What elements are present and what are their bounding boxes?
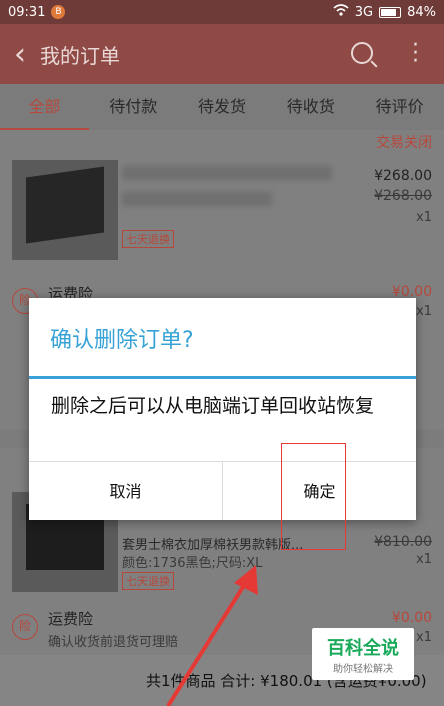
annotation-arrow-icon	[166, 565, 258, 706]
product-quantity: x1	[416, 552, 432, 567]
insurance-quantity: x1	[416, 304, 432, 319]
insurance-quantity: x1	[416, 630, 432, 645]
insurance-title: 运费险	[48, 610, 94, 628]
cancel-button[interactable]: 取消	[29, 462, 222, 520]
product-thumbnail[interactable]	[12, 160, 118, 260]
dialog-title: 确认删除订单?	[50, 328, 194, 353]
product-quantity: x1	[416, 210, 432, 225]
status-bar: 09:31 B 3G 84%	[0, 0, 444, 24]
insurance-description: 确认收货前退货可理赔	[48, 635, 179, 650]
signal-3g: 3G	[354, 4, 374, 20]
tab-pending-shipment[interactable]: 待发货	[178, 84, 267, 130]
order-tabs: 全部 待付款 待发货 待收货 待评价	[0, 84, 444, 130]
search-icon[interactable]	[351, 42, 373, 64]
battery-level: 84%	[407, 4, 436, 20]
insurance-icon: 险	[12, 614, 38, 640]
tab-pending-payment[interactable]: 待付款	[89, 84, 178, 130]
app-header: ‹ 我的订单 · · ·	[0, 24, 444, 84]
product-price: ¥268.00	[374, 168, 432, 184]
tab-pending-receipt[interactable]: 待收货	[266, 84, 355, 130]
watermark-subtitle: 助你轻松解决	[333, 664, 393, 675]
insurance-price: ¥0.00	[391, 610, 432, 626]
tab-all[interactable]: 全部	[0, 84, 89, 130]
wifi-icon	[333, 4, 349, 20]
chevron-left-icon[interactable]: ‹	[0, 37, 40, 72]
dialog-divider	[29, 376, 416, 379]
battery-icon	[379, 6, 402, 18]
status-time: 09:31	[8, 4, 46, 20]
watermark-logo: 百科全说 助你轻松解决	[312, 628, 414, 680]
watermark-title: 百科全说	[327, 638, 399, 659]
delete-order-dialog: 确认删除订单? 删除之后可以从电脑端订单回收站恢复 取消 确定	[29, 298, 416, 520]
product-original-price: ¥268.00	[374, 188, 432, 204]
product-title-blurred	[122, 166, 332, 180]
dialog-buttons: 取消 确定	[29, 461, 416, 520]
order-status: 交易关闭	[376, 135, 432, 151]
notification-badge: B	[51, 5, 66, 19]
dialog-message: 删除之后可以从电脑端订单回收站恢复	[51, 395, 375, 417]
tab-pending-review[interactable]: 待评价	[355, 84, 444, 130]
product-title: 套男士棉衣加厚棉袄男款韩版...	[122, 538, 304, 553]
more-vertical-icon[interactable]: · · ·	[412, 35, 419, 73]
page-title: 我的订单	[40, 43, 120, 68]
product-spec-blurred	[122, 192, 272, 206]
return-badge: 七天退换	[122, 230, 174, 248]
annotation-highlight-box	[281, 443, 346, 550]
product-original-price: ¥810.00	[374, 534, 432, 550]
